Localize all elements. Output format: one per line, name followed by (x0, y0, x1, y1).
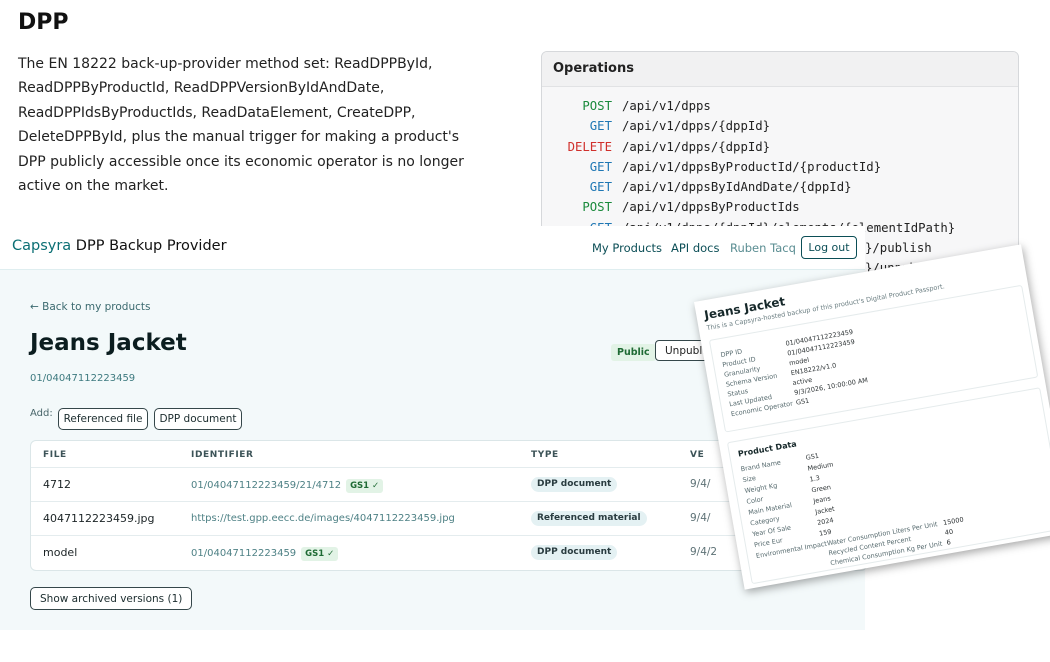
http-method: GET (589, 159, 612, 174)
product-data-value: 1.3 (808, 473, 821, 484)
product-id: 01/04047112223459 (30, 373, 136, 384)
endpoint-path: }/publish (865, 241, 932, 256)
product-data-key: Brand Name (740, 458, 782, 474)
http-method: GET (589, 119, 612, 134)
product-data-row: Category Jacket (742, 466, 1050, 528)
operations-heading: Operations (542, 52, 1018, 87)
gs1-verified-badge: GS1 ✓ (346, 479, 384, 493)
endpoint-path: /api/v1/dpps (622, 99, 711, 113)
column-header-identifier: IDENTIFIER (191, 450, 254, 460)
endpoint-path: /api/v1/dppsByProductId/{productId} (622, 159, 882, 174)
operation-row: DELETE/api/v1/dpps/{dppId} (542, 137, 1018, 157)
version-date: 9/4/ (690, 478, 711, 490)
column-header-version: VE (690, 450, 705, 460)
impact-value: 6 (945, 538, 952, 547)
type-badge: DPP document (531, 545, 618, 560)
product-data-value: 159 (818, 527, 833, 538)
preview-meta-row: Schema Version EN18222/v1.0 (717, 327, 1028, 388)
identifier-text[interactable]: 01/04047112223459 (191, 548, 296, 559)
brand-logo[interactable]: Capsyra DPP Backup Provider (12, 238, 227, 254)
api-description: The EN 18222 back-up-provider method set… (18, 56, 464, 195)
user-name: Ruben Tacq (730, 241, 796, 255)
endpoint-path: /api/v1/dpps/{dppId} (622, 139, 771, 154)
identifier-text[interactable]: 01/04047112223459/21/4712 (191, 480, 341, 491)
operation-row: GET/api/v1/dppsByProductId/{productId} (542, 157, 1018, 177)
product-data-value: GS1 (805, 451, 820, 462)
type-badge: DPP document (531, 477, 618, 492)
product-data-value: Jeans (812, 494, 832, 506)
nav-api-docs[interactable]: API docs (671, 241, 720, 255)
dpp-preview-page: Jeans Jacket This is a Capsyra-hosted ba… (694, 244, 1050, 590)
back-link[interactable]: ← Back to my products (30, 301, 150, 313)
product-data-value: Jacket (814, 504, 836, 517)
file-identifier: https://test.gpp.eecc.de/images/40471122… (191, 513, 455, 524)
operation-row: GET/api/v1/dpps/{dppId} (542, 116, 1018, 136)
endpoint-path: /api/v1/dpps/{dppId} (622, 119, 771, 134)
top-bar: Capsyra DPP Backup Provider My Products … (0, 226, 865, 270)
column-header-file: FILE (43, 450, 67, 460)
http-method: POST (582, 200, 612, 215)
product-data-key: Color (745, 495, 764, 506)
status-badge: Public (611, 344, 656, 361)
logout-button[interactable]: Log out (801, 236, 857, 259)
version-date: 9/4/2 (690, 546, 718, 558)
impact-value: 40 (944, 527, 954, 537)
file-name: model (43, 546, 78, 559)
operation-row: POST/api/v1/dppsByProductIds (542, 197, 1018, 217)
gs1-verified-badge: GS1 ✓ (301, 547, 339, 561)
product-data-value: 2024 (816, 516, 835, 527)
page-title: DPP (18, 10, 69, 35)
http-method: POST (582, 99, 612, 113)
impact-value: 15000 (942, 515, 965, 528)
preview-meta-row: Granularity model (716, 317, 1027, 379)
nav-my-products[interactable]: My Products (592, 241, 662, 255)
preview-meta-row: Status active (719, 337, 1030, 399)
identifier-link[interactable]: https://test.gpp.eecc.de/images/40471122… (191, 513, 455, 524)
product-data-heading: Product Data (737, 439, 798, 459)
operation-row: POST/api/v1/dpps (542, 96, 1018, 116)
product-data-key: Size (741, 473, 757, 485)
brand-suffix: DPP Backup Provider (71, 238, 227, 254)
brand-prefix: Capsyra (12, 238, 72, 254)
file-identifier: 01/04047112223459 GS1 ✓ (191, 547, 339, 561)
column-header-type: TYPE (531, 450, 559, 460)
product-data-row: Color Green (738, 444, 1049, 506)
product-data-value: Green (810, 483, 832, 495)
show-archived-versions-button[interactable]: Show archived versions (1) (30, 587, 193, 610)
add-dpp-document-button[interactable]: DPP document (154, 408, 242, 430)
product-data-row: Main Material Jeans (740, 455, 1050, 516)
file-identifier: 01/04047112223459/21/4712 GS1 ✓ (191, 479, 384, 493)
operation-row: GET/api/v1/dppsByIdAndDate/{dppId} (542, 177, 1018, 197)
version-date: 9/4/ (690, 512, 711, 524)
product-data-value: Medium (806, 460, 834, 473)
add-referenced-file-button[interactable]: Referenced file (58, 408, 148, 430)
product-title: Jeans Jacket (30, 330, 187, 356)
file-name: 4712 (43, 478, 71, 491)
add-label: Add: (30, 408, 53, 419)
http-method: DELETE (567, 139, 612, 154)
endpoint-path: /api/v1/dppsByProductIds (622, 200, 800, 215)
type-badge: Referenced material (531, 511, 647, 526)
endpoint-path: /api/v1/dppsByIdAndDate/{dppId} (622, 180, 852, 195)
product-data-key: Weight Kg (743, 481, 778, 496)
meta-value: GS1 (795, 396, 810, 407)
http-method: GET (589, 180, 612, 195)
file-name: 4047112223459.jpg (43, 512, 155, 525)
